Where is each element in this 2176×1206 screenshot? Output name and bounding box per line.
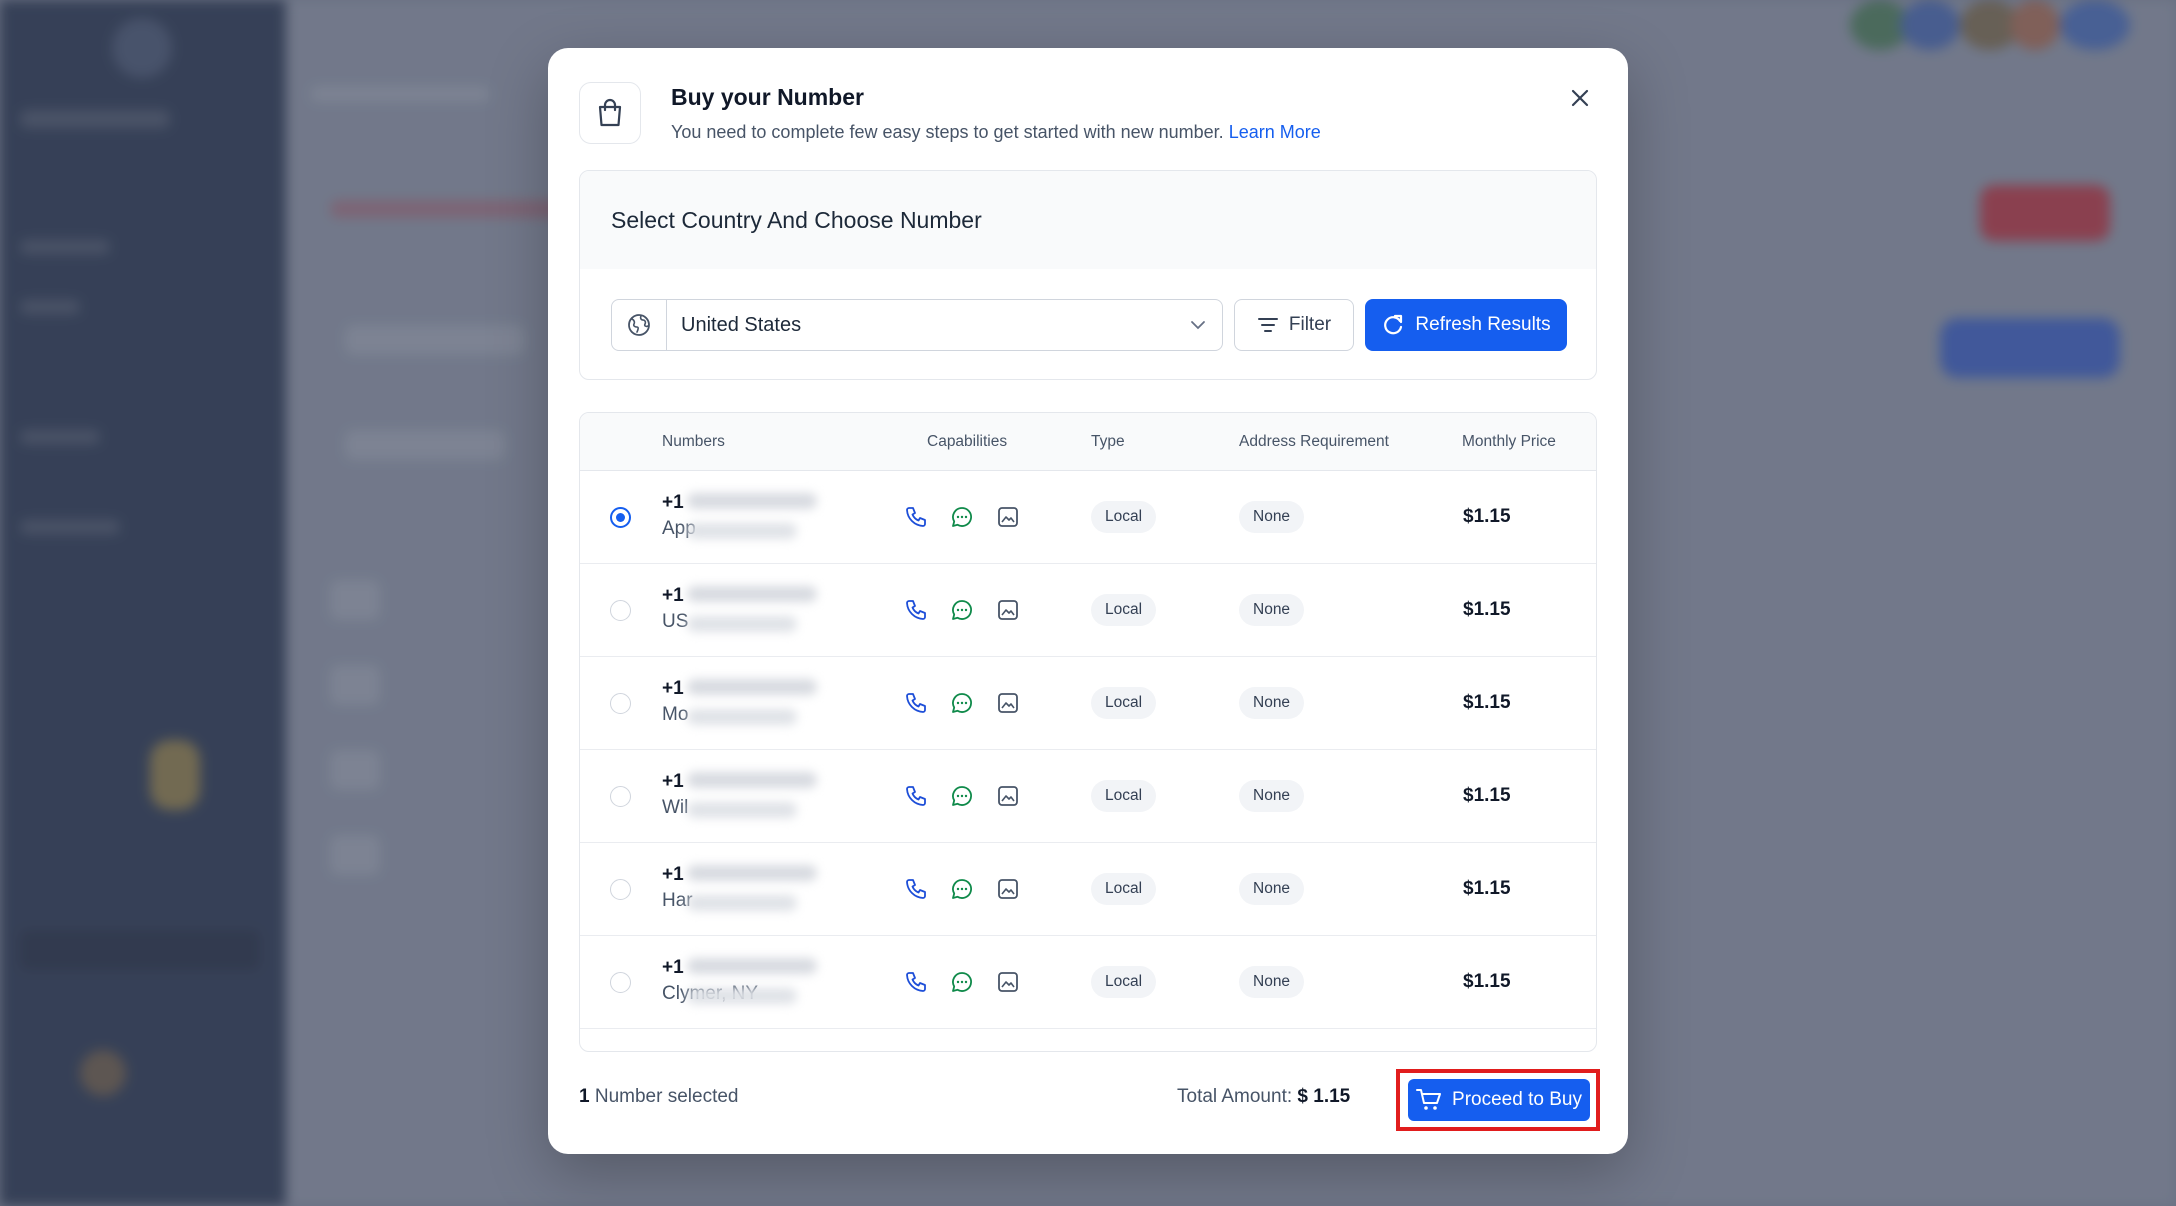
column-header-price: Monthly Price bbox=[1462, 433, 1556, 450]
address-badge: None bbox=[1239, 687, 1305, 719]
country-selection-card: Select Country And Choose Number United … bbox=[579, 170, 1597, 380]
row-radio[interactable] bbox=[610, 972, 631, 993]
monthly-price: $1.15 bbox=[1463, 692, 1511, 713]
table-row[interactable]: +1 US Local None $1.15 bbox=[580, 564, 1596, 657]
number-location: Mo bbox=[662, 704, 689, 725]
buy-number-modal: Buy your Number You need to complete few… bbox=[548, 48, 1628, 1154]
selected-country: United States bbox=[681, 313, 802, 336]
filter-button[interactable]: Filter bbox=[1234, 299, 1354, 351]
sms-icon bbox=[948, 782, 976, 810]
table-row[interactable]: +1 Clymer, NY Local None $1.15 bbox=[580, 936, 1596, 1029]
learn-more-link[interactable]: Learn More bbox=[1229, 122, 1321, 142]
address-badge: None bbox=[1239, 780, 1305, 812]
modal-title: Buy your Number bbox=[671, 84, 864, 110]
monthly-price: $1.15 bbox=[1463, 878, 1511, 899]
close-icon bbox=[1571, 89, 1589, 107]
number-prefix: +1 bbox=[662, 771, 684, 792]
refresh-label: Refresh Results bbox=[1415, 314, 1551, 335]
row-radio[interactable] bbox=[610, 507, 631, 528]
type-badge: Local bbox=[1091, 594, 1157, 626]
type-badge: Local bbox=[1091, 501, 1157, 533]
address-badge: None bbox=[1239, 966, 1305, 998]
column-header-numbers: Numbers bbox=[662, 433, 725, 450]
table-row[interactable]: +1 Mo Local None $1.15 bbox=[580, 657, 1596, 750]
monthly-price: $1.15 bbox=[1463, 506, 1511, 527]
phone-icon bbox=[902, 503, 930, 531]
address-badge: None bbox=[1239, 501, 1305, 533]
type-badge: Local bbox=[1091, 873, 1157, 905]
phone-icon bbox=[902, 689, 930, 717]
row-radio[interactable] bbox=[610, 879, 631, 900]
number-location: Wil bbox=[662, 797, 689, 818]
number-prefix: +1 bbox=[662, 585, 684, 606]
chevron-down-icon bbox=[1174, 320, 1222, 330]
country-section-heading: Select Country And Choose Number bbox=[580, 171, 1596, 269]
globe-icon bbox=[612, 300, 667, 350]
redacted-number bbox=[687, 576, 849, 646]
refresh-icon bbox=[1384, 314, 1403, 335]
filter-label: Filter bbox=[1288, 314, 1332, 335]
column-header-address: Address Requirement bbox=[1239, 433, 1389, 450]
mms-icon bbox=[994, 968, 1022, 996]
type-badge: Local bbox=[1091, 687, 1157, 719]
sms-icon bbox=[948, 689, 976, 717]
total-value: $ 1.15 bbox=[1297, 1086, 1351, 1107]
close-button[interactable] bbox=[1562, 80, 1598, 116]
mms-icon bbox=[994, 782, 1022, 810]
phone-icon bbox=[902, 596, 930, 624]
row-radio[interactable] bbox=[610, 600, 631, 621]
sms-icon bbox=[948, 968, 976, 996]
mms-icon bbox=[994, 503, 1022, 531]
monthly-price: $1.15 bbox=[1463, 599, 1511, 620]
table-row[interactable]: +1 Wil Local None $1.15 bbox=[580, 750, 1596, 843]
address-badge: None bbox=[1239, 873, 1305, 905]
total-label: Total Amount: bbox=[1177, 1086, 1293, 1107]
country-select[interactable]: United States bbox=[611, 299, 1223, 351]
number-prefix: +1 bbox=[662, 957, 684, 978]
table-header: Numbers Capabilities Type Address Requir… bbox=[580, 413, 1596, 471]
address-badge: None bbox=[1239, 594, 1305, 626]
modal-subtitle: You need to complete few easy steps to g… bbox=[671, 122, 1321, 143]
redacted-number bbox=[687, 855, 849, 925]
selected-label: Number selected bbox=[594, 1086, 739, 1107]
type-badge: Local bbox=[1091, 966, 1157, 998]
type-badge: Local bbox=[1091, 780, 1157, 812]
redacted-number bbox=[687, 948, 849, 984]
mms-icon bbox=[994, 689, 1022, 717]
proceed-to-buy-label: Proceed to Buy bbox=[1452, 1089, 1582, 1110]
cart-icon bbox=[1416, 1089, 1442, 1110]
selected-count: 1 bbox=[579, 1086, 590, 1107]
number-prefix: +1 bbox=[662, 864, 684, 885]
shopping-bag-icon bbox=[579, 82, 641, 144]
sms-icon bbox=[948, 875, 976, 903]
total-amount: Total Amount: $ 1.15 bbox=[1177, 1086, 1350, 1108]
column-header-capabilities: Capabilities bbox=[927, 433, 1008, 450]
phone-icon bbox=[902, 968, 930, 996]
redacted-number bbox=[687, 483, 849, 553]
phone-icon bbox=[902, 875, 930, 903]
redacted-number bbox=[687, 762, 849, 832]
refresh-results-button[interactable]: Refresh Results bbox=[1365, 299, 1567, 351]
sms-icon bbox=[948, 596, 976, 624]
number-location: US bbox=[662, 611, 689, 632]
number-prefix: +1 bbox=[662, 678, 684, 699]
table-row[interactable]: +1 Har Local None $1.15 bbox=[580, 843, 1596, 936]
mms-icon bbox=[994, 596, 1022, 624]
monthly-price: $1.15 bbox=[1463, 785, 1511, 806]
filter-icon bbox=[1257, 318, 1278, 332]
phone-icon bbox=[902, 782, 930, 810]
row-radio[interactable] bbox=[610, 786, 631, 807]
mms-icon bbox=[994, 875, 1022, 903]
modal-subtitle-text: You need to complete few easy steps to g… bbox=[671, 122, 1224, 142]
table-row[interactable]: +1 App Local None $1.15 bbox=[580, 471, 1596, 564]
sms-icon bbox=[948, 503, 976, 531]
column-header-type: Type bbox=[1091, 433, 1125, 450]
monthly-price: $1.15 bbox=[1463, 971, 1511, 992]
number-prefix: +1 bbox=[662, 492, 684, 513]
redacted-number bbox=[687, 669, 849, 739]
proceed-to-buy-button[interactable]: Proceed to Buy bbox=[1408, 1079, 1590, 1121]
row-radio[interactable] bbox=[610, 693, 631, 714]
numbers-table: Numbers Capabilities Type Address Requir… bbox=[579, 412, 1597, 1052]
selected-count-text: 1 Number selected bbox=[579, 1086, 738, 1108]
